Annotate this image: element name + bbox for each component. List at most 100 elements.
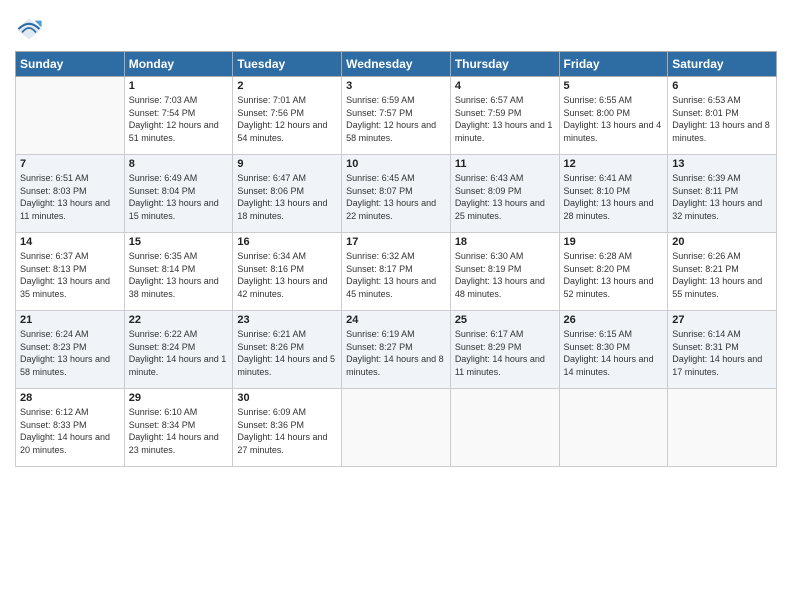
calendar-table: SundayMondayTuesdayWednesdayThursdayFrid… xyxy=(15,51,777,467)
day-info: Sunrise: 6:17 AMSunset: 8:29 PMDaylight:… xyxy=(455,328,555,378)
day-number: 7 xyxy=(20,158,120,170)
header-day-saturday: Saturday xyxy=(668,52,777,77)
day-info: Sunrise: 7:03 AMSunset: 7:54 PMDaylight:… xyxy=(129,94,229,144)
calendar-cell: 22 Sunrise: 6:22 AMSunset: 8:24 PMDayligh… xyxy=(124,311,233,389)
calendar-cell: 23 Sunrise: 6:21 AMSunset: 8:26 PMDayligh… xyxy=(233,311,342,389)
day-info: Sunrise: 6:41 AMSunset: 8:10 PMDaylight:… xyxy=(564,172,664,222)
header-day-tuesday: Tuesday xyxy=(233,52,342,77)
day-number: 14 xyxy=(20,236,120,248)
week-row-5: 28 Sunrise: 6:12 AMSunset: 8:33 PMDayligh… xyxy=(16,389,777,467)
day-number: 18 xyxy=(455,236,555,248)
day-number: 25 xyxy=(455,314,555,326)
calendar-cell: 27 Sunrise: 6:14 AMSunset: 8:31 PMDayligh… xyxy=(668,311,777,389)
day-info: Sunrise: 6:45 AMSunset: 8:07 PMDaylight:… xyxy=(346,172,446,222)
day-number: 15 xyxy=(129,236,229,248)
calendar-cell: 8Sunrise: 6:49 AMSunset: 8:04 PMDaylight… xyxy=(124,155,233,233)
day-number: 24 xyxy=(346,314,446,326)
day-info: Sunrise: 6:14 AMSunset: 8:31 PMDaylight:… xyxy=(672,328,772,378)
day-info: Sunrise: 6:57 AMSunset: 7:59 PMDaylight:… xyxy=(455,94,555,144)
calendar-cell: 21 Sunrise: 6:24 AMSunset: 8:23 PMDayligh… xyxy=(16,311,125,389)
day-number: 11 xyxy=(455,158,555,170)
calendar-cell: 19 Sunrise: 6:28 AMSunset: 8:20 PMDayligh… xyxy=(559,233,668,311)
header-day-thursday: Thursday xyxy=(450,52,559,77)
day-number: 6 xyxy=(672,80,772,92)
day-info: Sunrise: 6:35 AMSunset: 8:14 PMDaylight:… xyxy=(129,250,229,300)
day-info: Sunrise: 6:12 AMSunset: 8:33 PMDaylight:… xyxy=(20,406,120,456)
calendar-cell: 7 Sunrise: 6:51 AMSunset: 8:03 PMDaylight… xyxy=(16,155,125,233)
day-info: Sunrise: 6:32 AMSunset: 8:17 PMDaylight:… xyxy=(346,250,446,300)
calendar-cell: 12 Sunrise: 6:41 AMSunset: 8:10 PMDayligh… xyxy=(559,155,668,233)
day-info: Sunrise: 6:39 AMSunset: 8:11 PMDaylight:… xyxy=(672,172,772,222)
day-number: 30 xyxy=(237,392,337,404)
calendar-cell xyxy=(16,77,125,155)
day-info: Sunrise: 6:28 AMSunset: 8:20 PMDaylight:… xyxy=(564,250,664,300)
day-info: Sunrise: 6:30 AMSunset: 8:19 PMDaylight:… xyxy=(455,250,555,300)
calendar-cell: 15 Sunrise: 6:35 AMSunset: 8:14 PMDayligh… xyxy=(124,233,233,311)
day-number: 23 xyxy=(237,314,337,326)
day-number: 5 xyxy=(564,80,664,92)
calendar-cell xyxy=(668,389,777,467)
day-number: 12 xyxy=(564,158,664,170)
week-row-4: 21 Sunrise: 6:24 AMSunset: 8:23 PMDayligh… xyxy=(16,311,777,389)
calendar-cell: 20Sunrise: 6:26 AMSunset: 8:21 PMDayligh… xyxy=(668,233,777,311)
calendar-cell: 2 Sunrise: 7:01 AMSunset: 7:56 PMDaylight… xyxy=(233,77,342,155)
day-info: Sunrise: 6:10 AMSunset: 8:34 PMDaylight:… xyxy=(129,406,229,456)
day-number: 16 xyxy=(237,236,337,248)
calendar-cell: 5 Sunrise: 6:55 AMSunset: 8:00 PMDaylight… xyxy=(559,77,668,155)
calendar-body: 1Sunrise: 7:03 AMSunset: 7:54 PMDaylight… xyxy=(16,77,777,467)
day-info: Sunrise: 6:53 AMSunset: 8:01 PMDaylight:… xyxy=(672,94,772,144)
header-day-wednesday: Wednesday xyxy=(342,52,451,77)
logo-icon xyxy=(15,15,43,43)
week-row-3: 14 Sunrise: 6:37 AMSunset: 8:13 PMDayligh… xyxy=(16,233,777,311)
header xyxy=(15,10,777,43)
calendar-cell: 9Sunrise: 6:47 AMSunset: 8:06 PMDaylight… xyxy=(233,155,342,233)
calendar-cell: 17 Sunrise: 6:32 AMSunset: 8:17 PMDayligh… xyxy=(342,233,451,311)
day-number: 29 xyxy=(129,392,229,404)
day-info: Sunrise: 6:26 AMSunset: 8:21 PMDaylight:… xyxy=(672,250,772,300)
day-number: 2 xyxy=(237,80,337,92)
header-row: SundayMondayTuesdayWednesdayThursdayFrid… xyxy=(16,52,777,77)
calendar-cell: 16 Sunrise: 6:34 AMSunset: 8:16 PMDayligh… xyxy=(233,233,342,311)
day-info: Sunrise: 6:24 AMSunset: 8:23 PMDaylight:… xyxy=(20,328,120,378)
day-number: 21 xyxy=(20,314,120,326)
day-number: 26 xyxy=(564,314,664,326)
day-number: 10 xyxy=(346,158,446,170)
day-info: Sunrise: 6:43 AMSunset: 8:09 PMDaylight:… xyxy=(455,172,555,222)
week-row-2: 7 Sunrise: 6:51 AMSunset: 8:03 PMDaylight… xyxy=(16,155,777,233)
header-day-monday: Monday xyxy=(124,52,233,77)
day-number: 4 xyxy=(455,80,555,92)
day-info: Sunrise: 6:37 AMSunset: 8:13 PMDaylight:… xyxy=(20,250,120,300)
day-info: Sunrise: 6:51 AMSunset: 8:03 PMDaylight:… xyxy=(20,172,120,222)
day-number: 19 xyxy=(564,236,664,248)
calendar-cell: 10 Sunrise: 6:45 AMSunset: 8:07 PMDayligh… xyxy=(342,155,451,233)
day-number: 17 xyxy=(346,236,446,248)
week-row-1: 1Sunrise: 7:03 AMSunset: 7:54 PMDaylight… xyxy=(16,77,777,155)
calendar-cell: 14 Sunrise: 6:37 AMSunset: 8:13 PMDayligh… xyxy=(16,233,125,311)
day-info: Sunrise: 6:21 AMSunset: 8:26 PMDaylight:… xyxy=(237,328,337,378)
calendar-cell: 25 Sunrise: 6:17 AMSunset: 8:29 PMDayligh… xyxy=(450,311,559,389)
calendar-cell: 6 Sunrise: 6:53 AMSunset: 8:01 PMDaylight… xyxy=(668,77,777,155)
day-info: Sunrise: 6:22 AMSunset: 8:24 PMDaylight:… xyxy=(129,328,229,378)
calendar-cell: 26 Sunrise: 6:15 AMSunset: 8:30 PMDayligh… xyxy=(559,311,668,389)
day-info: Sunrise: 6:19 AMSunset: 8:27 PMDaylight:… xyxy=(346,328,446,378)
day-number: 9 xyxy=(237,158,337,170)
calendar-cell xyxy=(559,389,668,467)
calendar-cell: 24 Sunrise: 6:19 AMSunset: 8:27 PMDayligh… xyxy=(342,311,451,389)
calendar-header: SundayMondayTuesdayWednesdayThursdayFrid… xyxy=(16,52,777,77)
calendar-cell xyxy=(450,389,559,467)
day-info: Sunrise: 7:01 AMSunset: 7:56 PMDaylight:… xyxy=(237,94,337,144)
day-info: Sunrise: 6:55 AMSunset: 8:00 PMDaylight:… xyxy=(564,94,664,144)
day-number: 22 xyxy=(129,314,229,326)
calendar-cell: 3 Sunrise: 6:59 AMSunset: 7:57 PMDaylight… xyxy=(342,77,451,155)
day-number: 28 xyxy=(20,392,120,404)
header-day-sunday: Sunday xyxy=(16,52,125,77)
day-info: Sunrise: 6:34 AMSunset: 8:16 PMDaylight:… xyxy=(237,250,337,300)
day-info: Sunrise: 6:15 AMSunset: 8:30 PMDaylight:… xyxy=(564,328,664,378)
header-day-friday: Friday xyxy=(559,52,668,77)
calendar-cell xyxy=(342,389,451,467)
calendar-cell: 18 Sunrise: 6:30 AMSunset: 8:19 PMDayligh… xyxy=(450,233,559,311)
day-info: Sunrise: 6:59 AMSunset: 7:57 PMDaylight:… xyxy=(346,94,446,144)
day-number: 27 xyxy=(672,314,772,326)
calendar-cell: 30Sunrise: 6:09 AMSunset: 8:36 PMDayligh… xyxy=(233,389,342,467)
day-number: 3 xyxy=(346,80,446,92)
